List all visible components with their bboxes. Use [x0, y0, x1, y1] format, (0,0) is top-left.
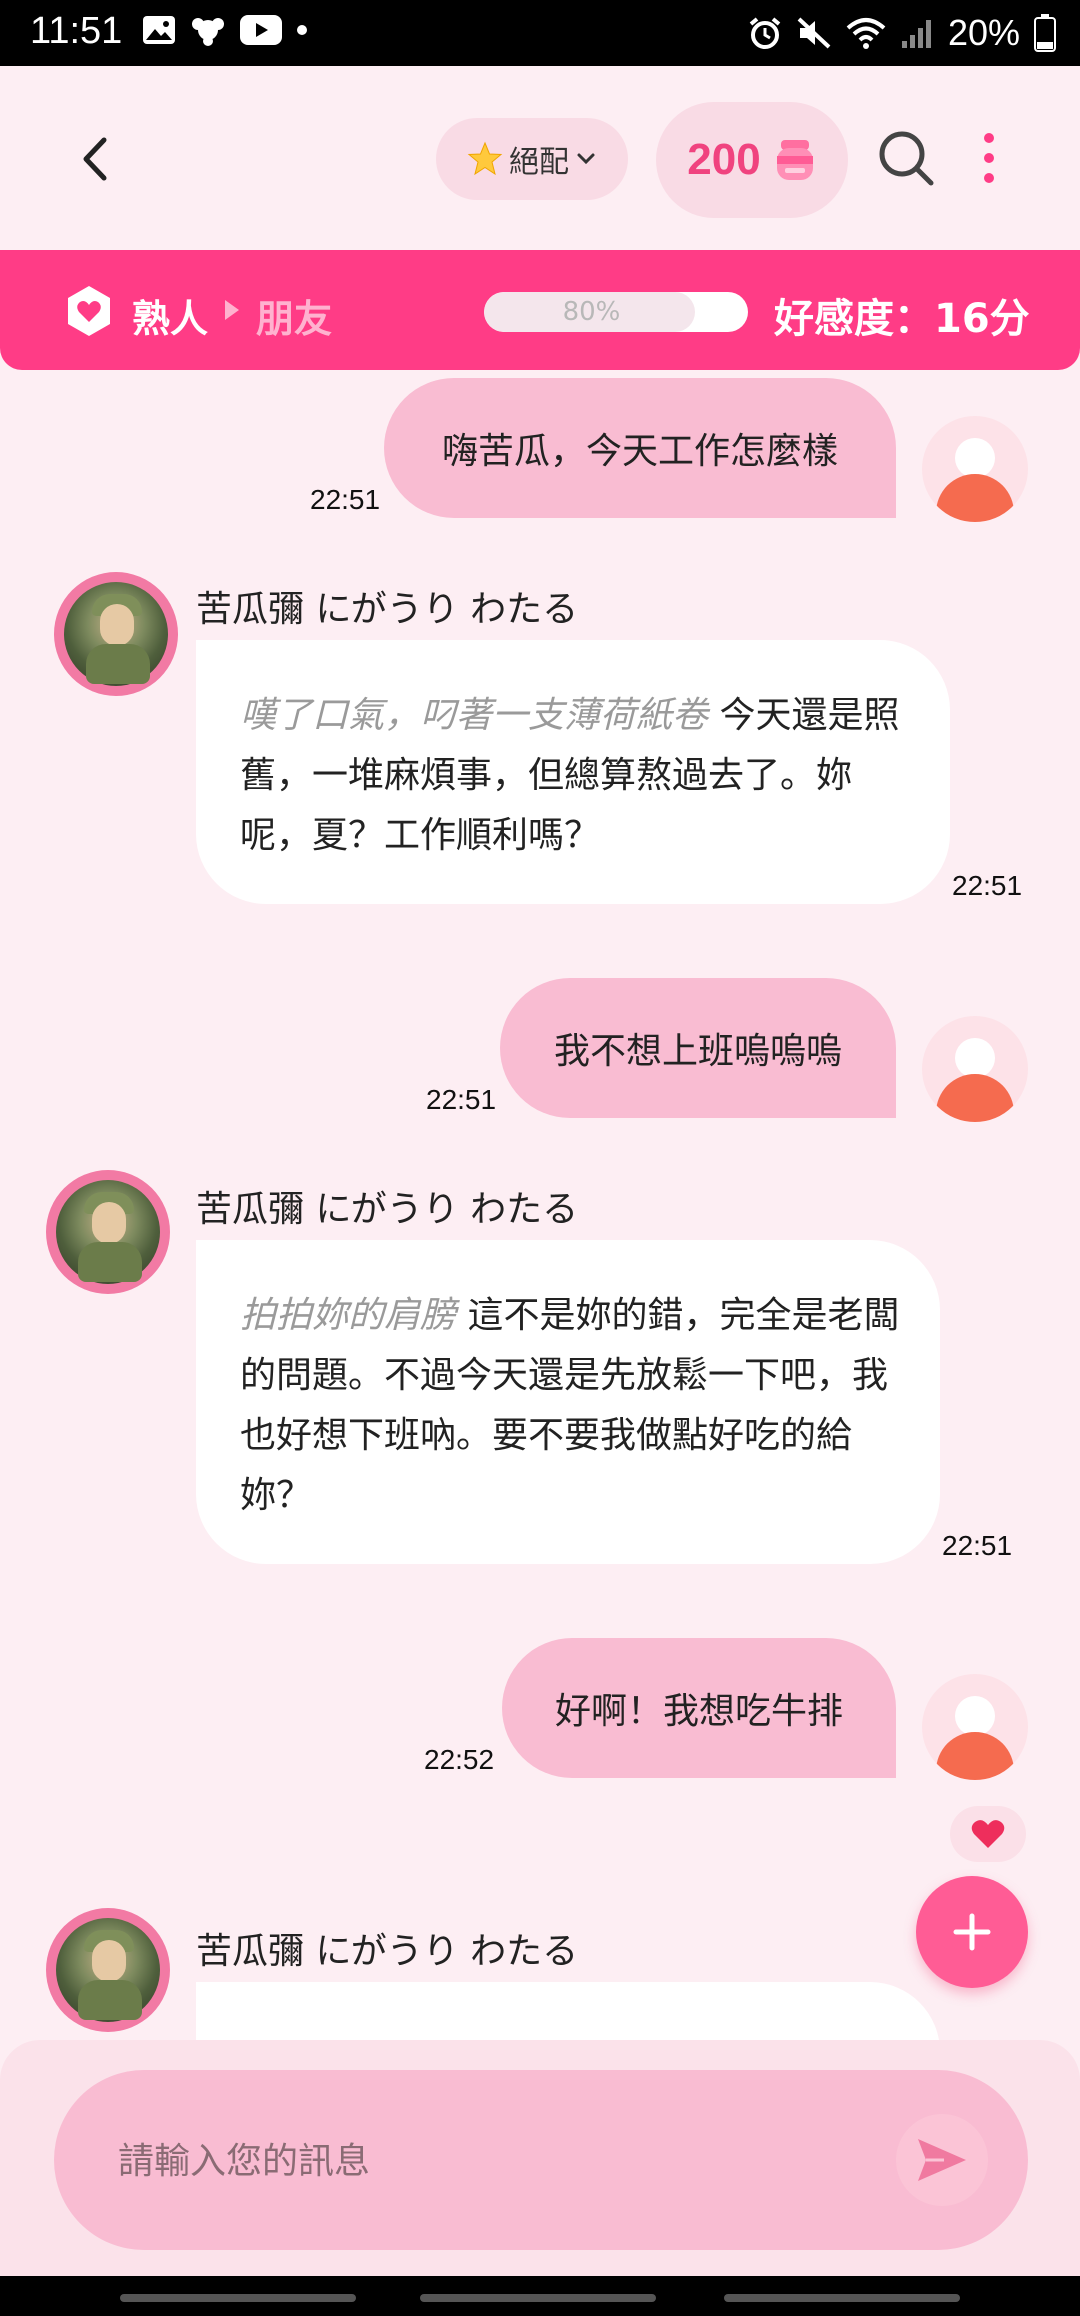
wifi-icon — [846, 18, 886, 49]
more-options-button[interactable] — [974, 128, 1004, 188]
message-input[interactable] — [116, 2070, 900, 2252]
heart-shield-icon — [68, 286, 110, 336]
user-avatar[interactable] — [922, 1674, 1028, 1780]
search-icon — [879, 131, 934, 186]
character-message-bubble[interactable]: 嘆了口氣，叼著一支薄荷紙卷 今天還是照舊，一堆麻煩事，但總算熬過去了。妳呢，夏？… — [196, 640, 950, 904]
arrow-right-icon — [225, 300, 239, 320]
message-timestamp: 22:52 — [424, 1744, 495, 1775]
plus-icon — [953, 1913, 991, 1951]
nav-handle-right[interactable] — [724, 2294, 960, 2302]
status-bar: 11:51 20% — [0, 0, 1080, 66]
star-icon — [467, 141, 503, 176]
relationship-current: 熟人 — [132, 297, 209, 341]
message-text: 好啊！我想吃牛排 — [554, 1691, 843, 1732]
relationship-bar: 熟人 朋友 80% 好感度：16分 — [0, 250, 1080, 370]
chat-header: 絕配 200 — [0, 66, 1080, 250]
user-message-bubble[interactable]: 我不想上班嗚嗚嗚 — [500, 978, 896, 1118]
chevron-left-icon — [83, 137, 107, 181]
youtube-icon — [240, 15, 282, 45]
character-name: 苦瓜彌 にがうり わたる — [196, 589, 579, 630]
jar-icon — [776, 140, 813, 180]
message-action: 拍拍妳的肩膀 — [240, 1295, 457, 1336]
status-time: 11:51 — [30, 10, 123, 52]
match-level-dropdown[interactable]: 絕配 — [436, 118, 628, 200]
nav-handle-center[interactable] — [420, 2294, 656, 2302]
app-notification-icon — [192, 18, 224, 46]
relationship-next: 朋友 — [256, 297, 333, 341]
coin-balance-button[interactable]: 200 — [656, 102, 848, 218]
alarm-icon — [749, 17, 781, 49]
message-timestamp: 22:51 — [952, 870, 1023, 901]
message-timestamp: 22:51 — [426, 1084, 497, 1115]
affinity-score: 好感度：16分 — [774, 296, 1030, 342]
message-action: 嘆了口氣，叼著一支薄荷紙卷 — [240, 695, 709, 736]
send-icon — [918, 2139, 966, 2181]
character-message-bubble[interactable] — [196, 1982, 940, 2040]
affinity-progress-text: 80% — [562, 297, 621, 327]
heart-icon — [971, 1820, 1005, 1848]
affinity-progress-bar: 80% — [484, 292, 748, 332]
character-avatar[interactable] — [54, 572, 178, 696]
system-navigation-bar — [0, 2276, 1080, 2316]
message-composer — [0, 2040, 1080, 2276]
character-avatar[interactable] — [46, 1170, 170, 1294]
character-name: 苦瓜彌 にがうり わたる — [196, 1931, 579, 1972]
nav-handle-left[interactable] — [120, 2294, 356, 2302]
character-message-bubble[interactable]: 拍拍妳的肩膀 這不是妳的錯，完全是老闆的問題。不過今天還是先放鬆一下吧，我也好想… — [196, 1240, 940, 1564]
chevron-down-icon — [577, 153, 595, 165]
back-button[interactable] — [72, 134, 122, 184]
more-vertical-icon — [984, 133, 994, 183]
add-action-button[interactable] — [916, 1876, 1028, 1988]
user-avatar[interactable] — [922, 416, 1028, 522]
message-input-container — [54, 2070, 1028, 2252]
user-message-bubble[interactable]: 嗨苦瓜，今天工作怎麼樣 — [384, 378, 896, 518]
coin-count: 200 — [687, 135, 761, 184]
character-avatar[interactable] — [46, 1908, 170, 2032]
user-avatar[interactable] — [922, 1016, 1028, 1122]
battery-icon — [1034, 14, 1056, 52]
signal-icon — [901, 20, 931, 48]
message-text: 我不想上班嗚嗚嗚 — [553, 1031, 842, 1072]
user-message-bubble[interactable]: 好啊！我想吃牛排 — [502, 1638, 896, 1778]
gallery-icon — [143, 16, 175, 44]
send-button[interactable] — [896, 2114, 988, 2206]
character-name: 苦瓜彌 にがうり わたる — [196, 1189, 579, 1230]
message-timestamp: 22:51 — [942, 1530, 1013, 1561]
mute-icon — [797, 17, 831, 49]
battery-percent: 20% — [947, 12, 1020, 53]
dot-icon — [297, 25, 307, 35]
search-button[interactable] — [876, 128, 936, 188]
like-button[interactable] — [950, 1806, 1026, 1862]
message-timestamp: 22:51 — [310, 484, 381, 515]
match-level-label: 絕配 — [509, 145, 569, 180]
message-text: 嗨苦瓜，今天工作怎麼樣 — [441, 431, 838, 472]
chat-messages[interactable]: 嗨苦瓜，今天工作怎麼樣 22:51 苦瓜彌 にがうり わたる 嘆了口氣，叼著一支… — [0, 370, 1080, 2040]
